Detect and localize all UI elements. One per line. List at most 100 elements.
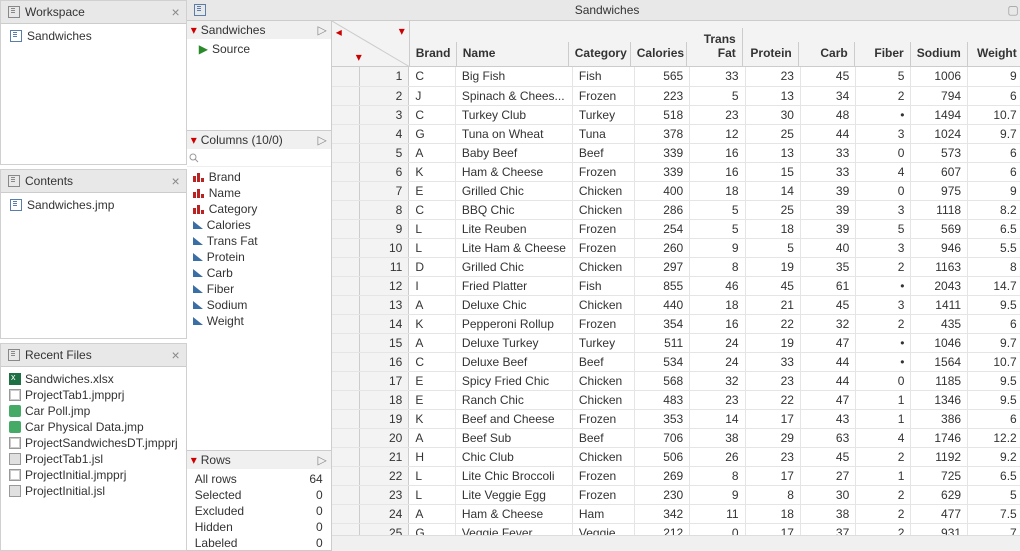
cell-weight[interactable]: 9.7 xyxy=(968,333,1020,352)
cell-brand[interactable]: D xyxy=(409,257,455,276)
cell-name[interactable]: Big Fish xyxy=(455,67,572,86)
cell-weight[interactable]: 7 xyxy=(968,523,1020,535)
cell-weight[interactable]: 9.5 xyxy=(968,390,1020,409)
cell-protein[interactable]: 29 xyxy=(745,428,800,447)
cell-sodium[interactable]: 477 xyxy=(911,504,968,523)
cell-protein[interactable]: 8 xyxy=(745,485,800,504)
cell-category[interactable]: Chicken xyxy=(572,200,634,219)
row-index[interactable]: 20 xyxy=(359,428,408,447)
cell-weight[interactable]: 9.7 xyxy=(968,124,1020,143)
cell-brand[interactable]: K xyxy=(409,162,455,181)
cell-category[interactable]: Chicken xyxy=(572,447,634,466)
row-marker[interactable] xyxy=(332,371,360,390)
cell-sodium[interactable]: 725 xyxy=(911,466,968,485)
cell-category[interactable]: Ham xyxy=(572,504,634,523)
expand-icon[interactable]: ▷ xyxy=(318,23,327,37)
cell-category[interactable]: Frozen xyxy=(572,238,634,257)
row-marker[interactable] xyxy=(332,523,360,535)
row-marker[interactable] xyxy=(332,105,360,124)
cell-brand[interactable]: A xyxy=(409,333,455,352)
row-marker[interactable] xyxy=(332,86,360,105)
header-sodium[interactable]: Sodium xyxy=(911,42,968,66)
cell-category[interactable]: Fish xyxy=(572,276,634,295)
cell-name[interactable]: Veggie Fever xyxy=(455,523,572,535)
header-fiber[interactable]: Fiber xyxy=(855,42,911,66)
table-row[interactable]: 15ADeluxe TurkeyTurkey511241947•10469.7 xyxy=(332,333,1020,352)
cell-protein[interactable]: 23 xyxy=(745,371,800,390)
cell-name[interactable]: Turkey Club xyxy=(455,105,572,124)
cell-calories[interactable]: 269 xyxy=(634,466,689,485)
row-index[interactable]: 19 xyxy=(359,409,408,428)
cell-sodium[interactable]: 1024 xyxy=(911,124,968,143)
cell-transfat[interactable]: 8 xyxy=(690,257,745,276)
cell-transfat[interactable]: 26 xyxy=(690,447,745,466)
cell-category[interactable]: Chicken xyxy=(572,181,634,200)
table-row[interactable]: 23LLite Veggie EggFrozen230983026295 xyxy=(332,485,1020,504)
cell-fiber[interactable]: 0 xyxy=(856,143,911,162)
window-maximize-button[interactable]: ▢ xyxy=(1007,3,1018,17)
row-marker[interactable] xyxy=(332,124,360,143)
header-calories[interactable]: Calories xyxy=(631,42,687,66)
table-row[interactable]: 3CTurkey ClubTurkey518233048•149410.7 xyxy=(332,105,1020,124)
cell-fiber[interactable]: 3 xyxy=(856,295,911,314)
cell-brand[interactable]: L xyxy=(409,466,455,485)
cell-fiber[interactable]: 3 xyxy=(856,124,911,143)
table-row[interactable]: 6KHam & CheeseFrozen33916153346076 xyxy=(332,162,1020,181)
cell-calories[interactable]: 353 xyxy=(634,409,689,428)
cell-category[interactable]: Frozen xyxy=(572,219,634,238)
cell-name[interactable]: Ham & Cheese xyxy=(455,162,572,181)
cell-weight[interactable]: 6 xyxy=(968,314,1020,333)
cell-calories[interactable]: 223 xyxy=(634,86,689,105)
cell-name[interactable]: Ham & Cheese xyxy=(455,504,572,523)
row-index[interactable]: 25 xyxy=(359,523,408,535)
cell-sodium[interactable]: 946 xyxy=(911,238,968,257)
column-item[interactable]: Brand xyxy=(191,169,327,185)
row-marker[interactable] xyxy=(332,314,360,333)
table-row[interactable]: 25GVeggie FeverVeggie2120173729317 xyxy=(332,523,1020,535)
row-marker[interactable] xyxy=(332,238,360,257)
cell-name[interactable]: Beef and Cheese xyxy=(455,409,572,428)
cell-brand[interactable]: J xyxy=(409,86,455,105)
header-brand[interactable]: Brand xyxy=(410,42,457,66)
column-item[interactable]: Carb xyxy=(191,265,327,281)
cell-calories[interactable]: 354 xyxy=(634,314,689,333)
cell-transfat[interactable]: 46 xyxy=(690,276,745,295)
cell-category[interactable]: Frozen xyxy=(572,162,634,181)
cell-sodium[interactable]: 1411 xyxy=(911,295,968,314)
cell-transfat[interactable]: 16 xyxy=(690,314,745,333)
cell-name[interactable]: Grilled Chic xyxy=(455,181,572,200)
rows-excluded[interactable]: Excluded0 xyxy=(191,503,327,519)
cell-calories[interactable]: 254 xyxy=(634,219,689,238)
cell-brand[interactable]: L xyxy=(409,238,455,257)
cell-protein[interactable]: 18 xyxy=(745,219,800,238)
cell-transfat[interactable]: 16 xyxy=(690,143,745,162)
cell-protein[interactable]: 19 xyxy=(745,257,800,276)
cell-category[interactable]: Frozen xyxy=(572,86,634,105)
cell-fiber[interactable]: • xyxy=(856,105,911,124)
expand-icon[interactable]: ▷ xyxy=(318,133,327,147)
cell-protein[interactable]: 25 xyxy=(745,124,800,143)
cell-name[interactable]: Deluxe Beef xyxy=(455,352,572,371)
column-item[interactable]: Fiber xyxy=(191,281,327,297)
cell-transfat[interactable]: 14 xyxy=(690,409,745,428)
cell-carb[interactable]: 27 xyxy=(800,466,855,485)
table-row[interactable]: 4GTuna on WheatTuna378122544310249.7 xyxy=(332,124,1020,143)
table-row[interactable]: 21HChic ClubChicken506262345211929.2 xyxy=(332,447,1020,466)
cell-calories[interactable]: 286 xyxy=(634,200,689,219)
cell-calories[interactable]: 212 xyxy=(634,523,689,535)
horizontal-scrollbar[interactable] xyxy=(332,535,1020,551)
cell-sodium[interactable]: 1006 xyxy=(911,67,968,86)
cell-fiber[interactable]: 5 xyxy=(856,67,911,86)
workspace-close-button[interactable]: × xyxy=(172,4,180,20)
cell-weight[interactable]: 12.2 xyxy=(968,428,1020,447)
row-index[interactable]: 4 xyxy=(359,124,408,143)
cell-category[interactable]: Chicken xyxy=(572,390,634,409)
cell-calories[interactable]: 339 xyxy=(634,162,689,181)
cell-fiber[interactable]: 1 xyxy=(856,390,911,409)
table-row[interactable]: 13ADeluxe ChicChicken440182145314119.5 xyxy=(332,295,1020,314)
cell-carb[interactable]: 44 xyxy=(800,352,855,371)
cell-weight[interactable]: 6.5 xyxy=(968,466,1020,485)
cell-calories[interactable]: 511 xyxy=(634,333,689,352)
row-index[interactable]: 9 xyxy=(359,219,408,238)
cell-carb[interactable]: 44 xyxy=(800,124,855,143)
